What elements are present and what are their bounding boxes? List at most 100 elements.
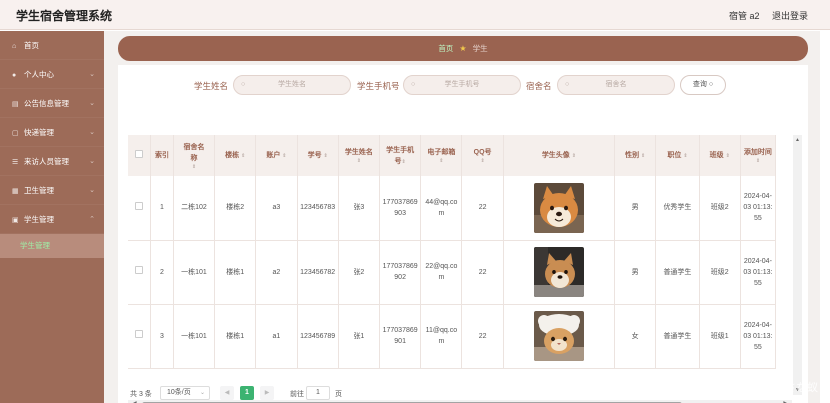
- main-area: 首页 ★ 学生 学生姓名 ○ 学生姓名 学生手机号 ○ 学生手机号 宿舍名 ○ …: [104, 31, 820, 403]
- cell-building: 楼栋1: [214, 240, 257, 305]
- breadcrumb-home-link[interactable]: 首页: [438, 44, 453, 53]
- col-phone-label: 学生手机: [386, 146, 415, 154]
- col-phone[interactable]: 学生手机 号⇕: [379, 135, 422, 176]
- cell-student-no: 123456789: [297, 304, 339, 369]
- row-checkbox[interactable]: [135, 330, 144, 338]
- sidebar-item-label: 公告信息管理: [24, 99, 69, 108]
- page-unit-label: 页: [335, 391, 342, 398]
- cell-dorm: 二栋102: [173, 176, 216, 241]
- row-select-cell: [128, 240, 152, 305]
- dorm-name-label: 宿舍名: [526, 81, 552, 91]
- col-student-name[interactable]: 学生姓名 ⇕: [338, 135, 381, 176]
- student-avatar-dog-photo[interactable]: [533, 247, 584, 297]
- arrow-up-icon[interactable]: ▲: [795, 137, 800, 143]
- cell-class: 班级2: [699, 240, 741, 305]
- col-student-no[interactable]: 学号 ⇕: [297, 135, 339, 176]
- table-row[interactable]: 2 一栋101 楼栋1 a2 123456782 张2 177037869902…: [128, 240, 777, 305]
- col-phone-label-2: 号: [394, 157, 402, 165]
- page-number-current[interactable]: 1: [240, 386, 254, 400]
- cell-gender: 女: [614, 304, 657, 369]
- select-all-cell: [128, 135, 152, 176]
- cell-avatar: [503, 176, 616, 241]
- cell-time: 2024-04-03 01:13:55: [740, 176, 777, 241]
- col-avatar[interactable]: 学生头像 ⇕: [503, 135, 616, 176]
- cell-class: 班级1: [699, 304, 741, 369]
- col-gender[interactable]: 性别 ⇕: [614, 135, 657, 176]
- cell-index: 3: [150, 304, 174, 369]
- chevron-down-icon: ⌄: [89, 129, 95, 136]
- student-table: 索引 宿舍名称 ⇕ 楼栋 ⇕ 账户 ⇕ 学号 ⇕ 学生姓名 ⇕ 学生手机 号⇕ 电子邮…: [128, 135, 777, 369]
- cell-student-name: 张3: [338, 176, 381, 241]
- star-icon: ★: [459, 44, 467, 53]
- row-checkbox[interactable]: [135, 201, 144, 210]
- cell-building: 楼栋2: [214, 176, 257, 241]
- prev-page-button[interactable]: ◀: [220, 386, 234, 400]
- sidebar-item-label: 快递管理: [24, 128, 54, 137]
- breadcrumb: 首页 ★ 学生: [118, 36, 808, 61]
- col-time[interactable]: 添加时间 ⇕: [740, 135, 777, 176]
- col-qq[interactable]: QQ号 ⇕: [461, 135, 504, 176]
- student-avatar-cat-photo[interactable]: [533, 311, 584, 361]
- chevron-down-icon: ⌄: [89, 100, 95, 107]
- next-page-button[interactable]: ▶: [260, 386, 274, 400]
- student-icon: ▣: [12, 217, 19, 224]
- sidebar-subitem-student-management[interactable]: 学生管理: [0, 234, 104, 258]
- select-all-checkbox[interactable]: [135, 149, 144, 158]
- student-name-input[interactable]: ○ 学生姓名: [233, 75, 351, 95]
- sidebar-item-hygiene-management[interactable]: ▦ 卫生管理 ⌄: [0, 176, 104, 205]
- col-building[interactable]: 楼栋 ⇕: [214, 135, 257, 176]
- cell-gender: 男: [614, 240, 657, 305]
- page-size-select[interactable]: 10条/页 ⌄: [160, 386, 210, 400]
- col-time-label: 添加时间: [743, 149, 772, 156]
- cell-qq: 22: [461, 240, 504, 305]
- cell-student-no: 123456782: [297, 240, 339, 305]
- sort-icon: ⇕: [755, 158, 761, 164]
- sidebar: ⌂ 首页 ● 个人中心 ⌄ ▤ 公告信息管理 ⌄ ▢ 快递管理 ⌄ ☰ 来访人员管理 ⌄ …: [0, 31, 104, 403]
- col-position[interactable]: 职位 ⇕: [655, 135, 700, 176]
- current-user: 宿管 a2: [728, 11, 760, 21]
- sidebar-item-visitor-management[interactable]: ☰ 来访人员管理 ⌄: [0, 147, 104, 176]
- table-row[interactable]: 3 一栋101 楼栋1 a1 123456789 张1 177037869901…: [128, 304, 777, 369]
- cell-avatar: [503, 304, 616, 369]
- col-email[interactable]: 电子邮箱 ⇕: [420, 135, 463, 176]
- cell-position: 普通学生: [655, 304, 700, 369]
- col-class-label: 班级: [709, 152, 724, 159]
- sort-icon: ⇕: [683, 153, 688, 159]
- sort-icon: ⇕: [241, 153, 246, 159]
- col-position-label: 职位: [667, 152, 682, 159]
- row-select-cell: [128, 176, 152, 241]
- row-checkbox[interactable]: [135, 266, 144, 274]
- notice-icon: ▤: [12, 101, 19, 108]
- table-vertical-scrollbar[interactable]: ▲ ▼: [793, 135, 802, 395]
- top-header: 学生宿舍管理系统 宿管 a2 退出登录: [0, 0, 830, 30]
- query-button[interactable]: 查询 ○: [680, 75, 726, 95]
- sort-icon: ⇕: [571, 153, 576, 159]
- goto-label: 前往: [290, 391, 304, 398]
- student-name-label: 学生姓名: [194, 81, 229, 91]
- goto-page-input[interactable]: 1: [306, 386, 330, 400]
- sidebar-item-student-management[interactable]: ▣ 学生管理 ⌃: [0, 205, 104, 234]
- col-account[interactable]: 账户 ⇕: [255, 135, 298, 176]
- cell-account: a1: [255, 304, 298, 369]
- sidebar-item-notice-management[interactable]: ▤ 公告信息管理 ⌄: [0, 89, 104, 118]
- dorm-name-input[interactable]: ○ 宿舍名: [557, 75, 675, 95]
- user-icon: ●: [12, 72, 17, 79]
- student-table-container: 索引 宿舍名称 ⇕ 楼栋 ⇕ 账户 ⇕ 学号 ⇕ 学生姓名 ⇕ 学生手机 号⇕ 电子邮…: [128, 135, 802, 395]
- col-dorm[interactable]: 宿舍名称 ⇕: [173, 135, 216, 176]
- cell-building: 楼栋1: [214, 304, 257, 369]
- col-class[interactable]: 班级 ⇕: [699, 135, 741, 176]
- sort-icon: ⇕: [725, 153, 730, 159]
- table-row[interactable]: 1 二栋102 楼栋2 a3 123456783 张3 177037869903…: [128, 176, 777, 241]
- student-phone-input[interactable]: ○ 学生手机号: [403, 75, 521, 95]
- sidebar-item-package-management[interactable]: ▢ 快递管理 ⌄: [0, 118, 104, 147]
- logout-button[interactable]: 退出登录: [772, 11, 808, 21]
- chevron-down-icon: ⌄: [199, 390, 205, 396]
- hygiene-icon: ▦: [12, 188, 19, 195]
- sidebar-item-label: 个人中心: [24, 70, 54, 79]
- sidebar-item-personal-center[interactable]: ● 个人中心 ⌄: [0, 60, 104, 89]
- cell-student-no: 123456783: [297, 176, 339, 241]
- sidebar-item-home[interactable]: ⌂ 首页: [0, 31, 104, 60]
- cell-index: 2: [150, 240, 174, 305]
- student-avatar-shiba-photo[interactable]: [533, 182, 584, 233]
- sort-icon: ⇕: [282, 153, 287, 159]
